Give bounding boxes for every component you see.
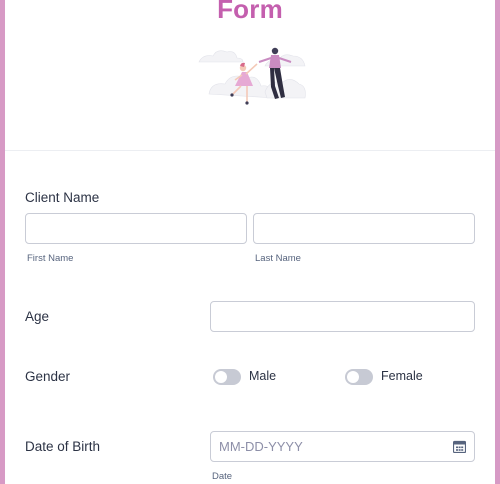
age-label: Age xyxy=(25,309,50,324)
dob-field[interactable] xyxy=(210,431,475,462)
calendar-icon[interactable] xyxy=(453,440,466,453)
gender-label: Gender xyxy=(25,369,71,384)
age-input[interactable] xyxy=(211,302,474,331)
dancing-couple-illustration xyxy=(198,47,306,105)
gender-male-toggle[interactable] xyxy=(213,369,241,385)
dob-sublabel: Date xyxy=(212,471,233,482)
client-name-label: Client Name xyxy=(25,190,100,205)
first-name-sublabel: First Name xyxy=(27,253,74,264)
dob-label: Date of Birth xyxy=(25,439,101,454)
header-divider xyxy=(5,150,495,151)
dob-input[interactable] xyxy=(211,432,474,461)
last-name-field[interactable] xyxy=(253,213,475,244)
first-name-input[interactable] xyxy=(26,214,246,243)
form-card: Form Client Name First Name Last Name Ag… xyxy=(5,0,495,484)
gender-male-label[interactable]: Male xyxy=(249,369,276,383)
first-name-field[interactable] xyxy=(25,213,247,244)
gender-female-label[interactable]: Female xyxy=(381,369,423,383)
toggle-knob xyxy=(347,371,359,383)
form-title: Form xyxy=(217,0,283,24)
last-name-input[interactable] xyxy=(254,214,474,243)
age-field[interactable] xyxy=(210,301,475,332)
toggle-knob xyxy=(215,371,227,383)
gender-female-toggle[interactable] xyxy=(345,369,373,385)
last-name-sublabel: Last Name xyxy=(255,253,301,264)
